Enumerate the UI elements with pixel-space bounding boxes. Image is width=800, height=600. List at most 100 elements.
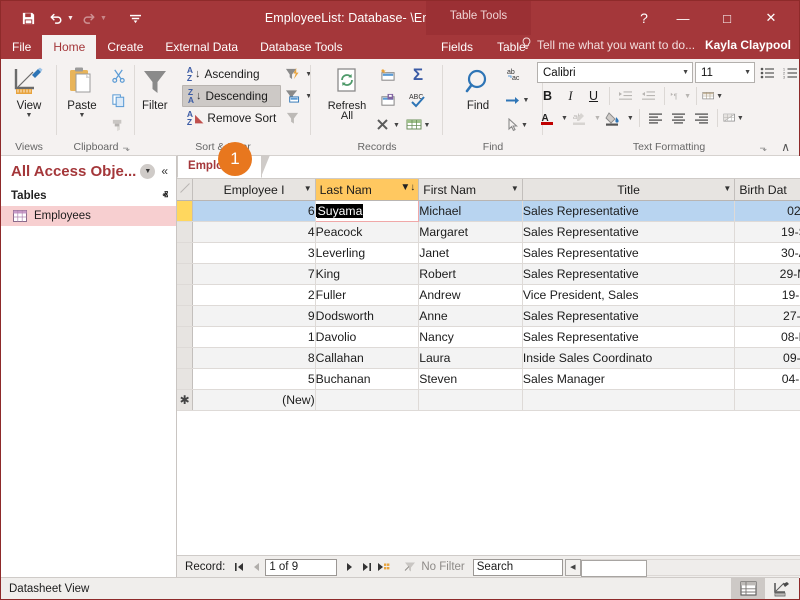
remove-sort-button[interactable]: AZ ◣ Remove Sort bbox=[182, 107, 281, 129]
cell-title[interactable]: Sales Representative bbox=[522, 242, 736, 264]
replace-button[interactable]: ab ac bbox=[503, 63, 531, 87]
nav-group-collapse-icon[interactable]: ⱏ bbox=[163, 190, 168, 203]
chevron-down-icon[interactable]: ▼ bbox=[304, 184, 312, 193]
table-row[interactable]: 1 Davolio Nancy Sales Representative 08-… bbox=[177, 326, 800, 348]
paste-dropdown-icon[interactable]: ▼ bbox=[79, 112, 86, 119]
chevron-down-icon[interactable]: ▼ bbox=[627, 115, 634, 122]
cell-birth-date[interactable]: 29-May-60 bbox=[734, 263, 800, 285]
cell-employee-id[interactable]: 4 bbox=[192, 221, 316, 243]
row-selector[interactable] bbox=[177, 305, 194, 327]
tab-home[interactable]: Home bbox=[42, 35, 97, 59]
cell-first-name[interactable]: Michael bbox=[418, 200, 523, 222]
align-left-button[interactable] bbox=[645, 108, 666, 128]
paste-button[interactable]: Paste ▼ bbox=[60, 63, 104, 119]
undo-icon[interactable] bbox=[43, 6, 69, 30]
record-position-input[interactable]: 1 of 9 bbox=[265, 558, 338, 576]
font-name-combo[interactable]: Calibri ▼ bbox=[537, 62, 693, 83]
nav-pane-dropdown-icon[interactable]: ▼ bbox=[140, 163, 156, 179]
column-header-title[interactable]: Title ▼ bbox=[522, 179, 736, 201]
filter-status[interactable]: No Filter bbox=[396, 561, 472, 573]
minimize-button[interactable]: — bbox=[661, 2, 705, 34]
delete-record-button[interactable]: ▼ bbox=[374, 113, 402, 137]
scroll-left-button[interactable]: ◀ bbox=[564, 558, 581, 576]
chevron-down-icon[interactable]: ▼ bbox=[393, 122, 400, 129]
gridlines-button[interactable]: ▼ bbox=[702, 86, 723, 106]
sort-ascending-button[interactable]: AZ ↓ Ascending bbox=[182, 63, 281, 85]
cell-birth-date[interactable]: 09-Jan-58 bbox=[734, 347, 800, 369]
row-selector[interactable] bbox=[177, 284, 194, 306]
datasheet-view-button[interactable] bbox=[731, 578, 765, 599]
cell-title[interactable]: Sales Representative bbox=[522, 326, 736, 348]
refresh-all-button[interactable]: Refresh All bbox=[322, 63, 372, 122]
go-to-button[interactable]: ▼ bbox=[503, 88, 531, 112]
clipboard-dialog-launcher-icon[interactable]: ⬎ bbox=[122, 140, 130, 156]
table-row[interactable]: 8 Callahan Laura Inside Sales Coordinato… bbox=[177, 347, 800, 369]
nav-group-tables[interactable]: Tables ⱏ bbox=[1, 186, 176, 206]
background-color-button[interactable] bbox=[603, 108, 624, 128]
undo-dropdown-icon[interactable]: ▼ bbox=[67, 15, 74, 22]
cell-last-name[interactable]: Davolio bbox=[315, 326, 420, 348]
bullet-list-button[interactable] bbox=[757, 63, 778, 83]
cell-new-placeholder[interactable]: (New) bbox=[192, 389, 316, 411]
new-record-row[interactable]: ✱ (New) bbox=[177, 389, 800, 411]
tab-external-data[interactable]: External Data bbox=[154, 35, 249, 59]
sort-descending-indicator-icon[interactable]: ▼↓ bbox=[400, 182, 415, 193]
chevron-down-icon[interactable]: ▼ bbox=[723, 184, 731, 193]
select-button[interactable]: ▼ bbox=[503, 113, 531, 137]
cell-employee-id[interactable]: 6 bbox=[192, 200, 316, 222]
find-button[interactable]: Find bbox=[455, 63, 501, 112]
table-row[interactable]: 7 King Robert Sales Representative 29-Ma… bbox=[177, 263, 800, 285]
maximize-button[interactable]: □ bbox=[705, 2, 749, 34]
nav-pane-collapse-icon[interactable]: « bbox=[159, 164, 170, 178]
cell-employee-id[interactable]: 8 bbox=[192, 347, 316, 369]
cell-birth-date[interactable]: 04-Mar-55 bbox=[734, 368, 800, 390]
design-view-button[interactable] bbox=[765, 578, 799, 599]
row-selector[interactable] bbox=[177, 221, 194, 243]
cell-last-name-editing[interactable]: Suyama bbox=[314, 200, 420, 222]
cell-birth-date[interactable]: 30-Aug-63 bbox=[734, 242, 800, 264]
chevron-down-icon[interactable]: ▼ bbox=[684, 93, 691, 100]
chevron-down-icon[interactable]: ▼ bbox=[521, 122, 528, 129]
cell-employee-id[interactable]: 2 bbox=[192, 284, 316, 306]
tab-file[interactable]: File bbox=[1, 35, 42, 59]
row-selector[interactable] bbox=[177, 368, 194, 390]
cell-last-name[interactable]: King bbox=[315, 263, 420, 285]
table-row[interactable]: 2 Fuller Andrew Vice President, Sales 19… bbox=[177, 284, 800, 306]
tab-fields[interactable]: Fields bbox=[430, 35, 484, 59]
cell-last-name[interactable]: Fuller bbox=[315, 284, 420, 306]
sort-descending-button[interactable]: ZA ↓ Descending bbox=[181, 85, 282, 107]
numbered-list-button[interactable]: 123 bbox=[780, 63, 800, 83]
new-record-marker[interactable]: ✱ bbox=[177, 389, 194, 411]
cell-title[interactable]: Sales Manager bbox=[522, 368, 736, 390]
last-record-button[interactable] bbox=[358, 559, 375, 576]
table-row[interactable]: 4 Peacock Margaret Sales Representative … bbox=[177, 221, 800, 243]
cell-last-name[interactable] bbox=[315, 389, 420, 411]
decrease-indent-button[interactable] bbox=[638, 86, 659, 106]
scrollbar-thumb[interactable] bbox=[580, 559, 647, 577]
chevron-down-icon[interactable]: ▼ bbox=[744, 69, 751, 76]
cell-last-name[interactable]: Leverling bbox=[315, 242, 420, 264]
column-header-first-name[interactable]: First Nam ▼ bbox=[418, 179, 523, 201]
cell-last-name[interactable]: Peacock bbox=[315, 221, 420, 243]
cell-employee-id[interactable]: 7 bbox=[192, 263, 316, 285]
font-size-combo[interactable]: 11 ▼ bbox=[695, 62, 755, 83]
cell-title[interactable] bbox=[522, 389, 736, 411]
chevron-down-icon[interactable]: ▼ bbox=[424, 122, 431, 129]
previous-record-button[interactable] bbox=[248, 559, 265, 576]
redo-dropdown-icon[interactable]: ▼ bbox=[100, 15, 107, 22]
close-button[interactable]: ✕ bbox=[749, 2, 793, 34]
cell-first-name[interactable]: Laura bbox=[418, 347, 523, 369]
cell-title[interactable]: Sales Representative bbox=[522, 263, 736, 285]
help-icon[interactable]: ? bbox=[627, 2, 661, 34]
row-selector[interactable] bbox=[177, 347, 194, 369]
spelling-button[interactable]: ABC bbox=[404, 88, 432, 112]
tell-me-search[interactable]: Tell me what you want to do... bbox=[521, 37, 695, 53]
alternate-row-color-button[interactable]: ▼ bbox=[723, 108, 744, 128]
chevron-down-icon[interactable]: ▼ bbox=[737, 115, 744, 122]
cell-last-name[interactable]: Dodsworth bbox=[315, 305, 420, 327]
cell-first-name[interactable]: Steven bbox=[418, 368, 523, 390]
chevron-down-icon[interactable]: ▼ bbox=[523, 97, 530, 104]
redo-icon[interactable] bbox=[76, 6, 102, 30]
text-formatting-dialog-launcher-icon[interactable]: ⬎ bbox=[759, 140, 767, 156]
bold-button[interactable]: B bbox=[537, 86, 558, 106]
